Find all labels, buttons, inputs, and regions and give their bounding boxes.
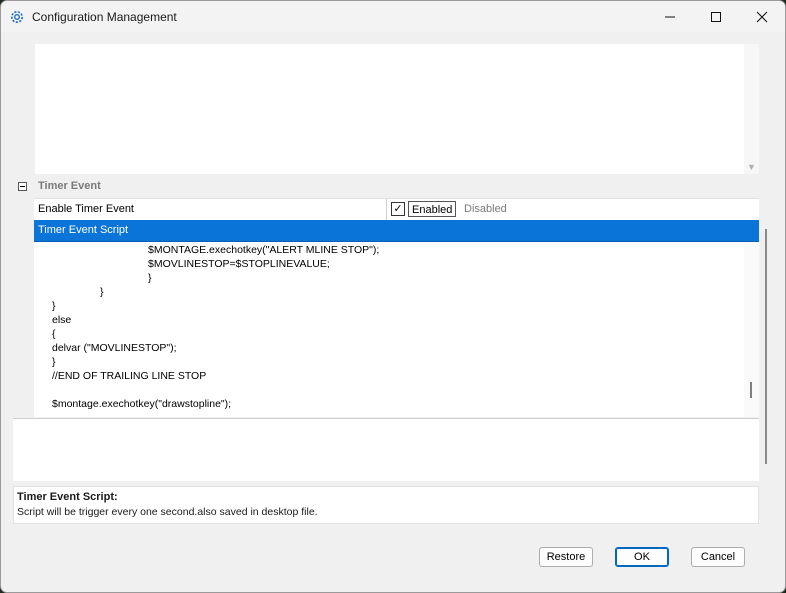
script-line: $MOVLINESTOP=$STOPLINEVALUE;: [148, 258, 330, 270]
enabled-option[interactable]: Enabled: [408, 201, 457, 217]
close-icon: [756, 11, 768, 22]
previous-text-editor[interactable]: [35, 44, 744, 174]
top-editor-scrollbar[interactable]: ▼: [744, 44, 759, 174]
ok-button[interactable]: OK: [615, 547, 669, 567]
enable-checkbox[interactable]: ✓: [391, 202, 405, 216]
category-timer-event: Timer Event: [13, 177, 759, 197]
script-editor[interactable]: $MONTAGE.exechotkey("ALERT MLINE STOP");…: [34, 242, 744, 417]
scrollbar-thumb[interactable]: [750, 382, 752, 398]
script-scrollbar[interactable]: [744, 242, 759, 417]
collapse-toggle-icon[interactable]: [18, 182, 27, 191]
cancel-button[interactable]: Cancel: [691, 547, 745, 567]
script-line: delvar ("MOVLINESTOP");: [52, 342, 177, 354]
script-line: }: [52, 356, 56, 368]
property-name: Timer Event Script: [38, 224, 129, 236]
script-line: }: [100, 286, 104, 298]
window-title: Configuration Management: [32, 10, 177, 24]
script-line: }: [52, 300, 56, 312]
scroll-down-arrow-icon[interactable]: ▼: [747, 162, 756, 172]
disabled-option[interactable]: Disabled: [464, 203, 507, 215]
category-label: Timer Event: [38, 180, 101, 192]
title-bar[interactable]: Configuration Management: [1, 1, 785, 32]
property-name: Enable Timer Event: [38, 203, 134, 215]
help-title: Timer Event Script:: [17, 491, 118, 503]
help-panel: Timer Event Script: Script will be trigg…: [13, 486, 759, 524]
property-row-enable-timer-event[interactable]: Enable Timer Event ✓ Enabled Disabled: [34, 198, 759, 221]
close-button[interactable]: [739, 1, 785, 32]
help-description: Script will be trigger every one second.…: [17, 506, 318, 518]
dialog-window: Configuration Management ▼ Timer Event E…: [0, 0, 786, 593]
script-line: $montage.exechotkey("drawstopline");: [52, 398, 232, 410]
outer-scrollbar-thumb[interactable]: [765, 229, 767, 464]
script-line: else: [52, 314, 72, 326]
empty-pane: [13, 418, 759, 481]
property-grid: ▼ Timer Event Enable Timer Event ✓ Enabl…: [13, 44, 759, 417]
restore-button[interactable]: Restore: [539, 547, 593, 567]
outer-scrollbar[interactable]: [763, 229, 769, 464]
script-line: $MONTAGE.exechotkey("ALERT MLINE STOP");: [148, 244, 380, 256]
maximize-icon: [711, 11, 721, 22]
script-line: //END OF TRAILING LINE STOP: [52, 370, 207, 382]
maximize-button[interactable]: [693, 1, 739, 32]
script-line: }: [148, 272, 152, 284]
script-line: {: [52, 328, 56, 340]
gear-icon: [11, 11, 23, 23]
minimize-button[interactable]: [647, 1, 693, 32]
column-divider: [386, 199, 387, 220]
minimize-icon: [665, 16, 675, 17]
property-row-timer-event-script[interactable]: Timer Event Script: [34, 220, 759, 242]
